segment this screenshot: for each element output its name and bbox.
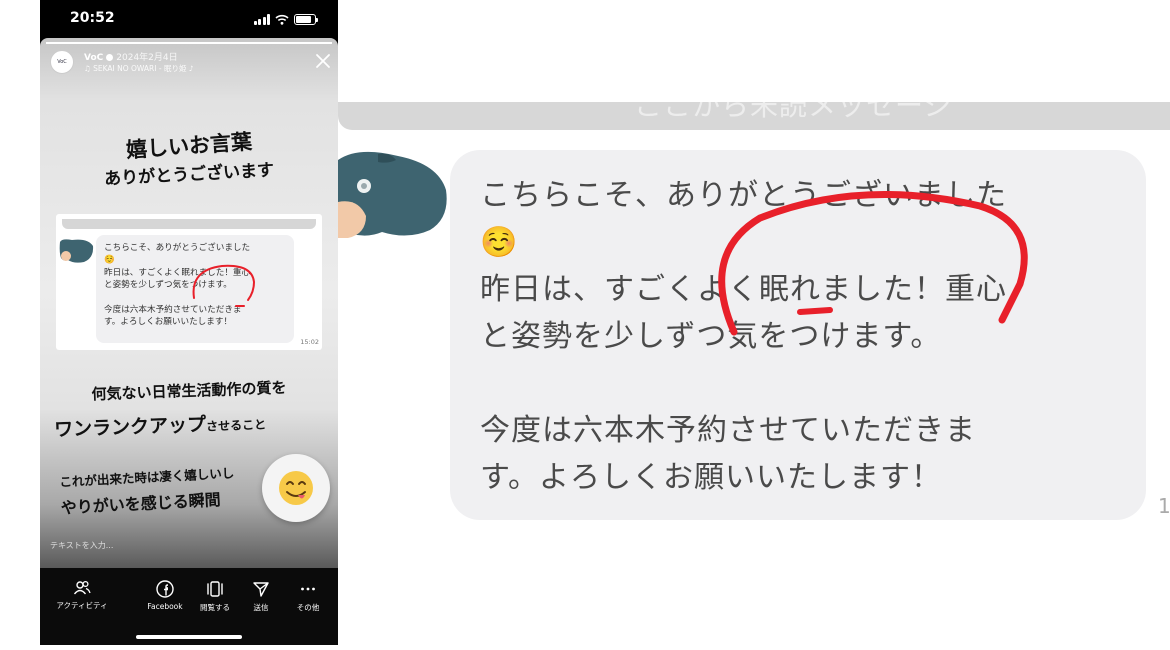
caption-emphasis: ワンランクアップ	[53, 413, 207, 441]
unread-banner-zoom: ここから未読メッセージ	[338, 102, 1170, 130]
reply-input[interactable]: テキストを入力...	[50, 540, 113, 551]
chat-line-small: 昨日は、すごくよく眠れました！重心	[104, 267, 251, 278]
avatar-text: VoC	[57, 59, 67, 65]
chat-line: 昨日は、すごくよく眠れました！重心	[480, 272, 1007, 307]
chat-line-small: と姿勢を少しずつ気をつけます。	[104, 280, 232, 291]
caption-lower: これが出来た時は凄く嬉しいし やりがいを感じる瞬間	[59, 461, 271, 519]
yum-face-icon	[279, 471, 313, 505]
account-avatar[interactable]: VoC	[50, 50, 74, 74]
browse-icon	[207, 581, 223, 597]
phone-screenshot: 20:52 VoC VoC 2024年2月4日 ♫ SEKAI NO OWARI …	[40, 0, 338, 645]
chat-line-small	[104, 292, 286, 304]
activity-button[interactable]: アクティビティ	[50, 580, 114, 611]
chat-screenshot-small: こちらこそ、ありがとうございました ☺️ 昨日は、すごくよく眠れました！重心 と…	[56, 214, 322, 350]
chat-line: 今度は六本木予約させていただきま	[480, 413, 976, 448]
chat-line-small: ☺️	[104, 255, 115, 266]
people-icon	[73, 580, 91, 595]
wifi-icon	[275, 14, 289, 25]
more-icon	[301, 587, 315, 591]
activity-label: アクティビティ	[56, 601, 108, 610]
story-action-bar: アクティビティ Facebook 閲覧する 送信 その他	[40, 568, 338, 645]
story-date: 2024年2月4日	[116, 53, 178, 63]
story-view[interactable]: VoC VoC 2024年2月4日 ♫ SEKAI NO OWARI - 眠り姫 …	[40, 38, 338, 568]
facebook-icon	[156, 580, 174, 598]
caption-line-1: 何気ない日常生活動作の質を	[91, 378, 287, 404]
story-progress-bar	[46, 42, 332, 44]
account-name[interactable]: VoC	[84, 53, 103, 63]
unread-banner-small	[62, 219, 316, 229]
chat-line-small: す。よろしくお願いいたします！	[104, 317, 233, 328]
unread-banner-text: ここから未読メッセージ	[634, 102, 953, 122]
message-time-partial: 1	[1158, 494, 1170, 518]
status-time: 20:52	[70, 10, 115, 26]
chat-line-small: 今度は六本木予約させていただきま	[104, 305, 242, 316]
verified-icon	[106, 54, 114, 61]
send-icon	[253, 582, 269, 597]
chat-line: と姿勢を少しずつ気をつけます。	[480, 319, 942, 354]
music-label[interactable]: ♫ SEKAI NO OWARI - 眠り姫 ♪	[84, 63, 194, 74]
chat-line: こちらこそ、ありがとうございました	[480, 178, 1007, 213]
chat-line: す。よろしくお願いいたします！	[480, 460, 942, 495]
emoji-sticker	[262, 454, 330, 522]
more-label: その他	[296, 603, 320, 612]
close-icon[interactable]	[314, 52, 332, 70]
signal-icon	[253, 13, 270, 25]
account-line: VoC 2024年2月4日	[84, 50, 178, 63]
more-button[interactable]: その他	[276, 580, 338, 613]
battery-icon	[294, 13, 318, 25]
home-indicator[interactable]	[136, 635, 242, 639]
chat-bubble-small: こちらこそ、ありがとうございました ☺️ 昨日は、すごくよく眠れました！重心 と…	[96, 235, 294, 343]
chat-bubble-zoom: こちらこそ、ありがとうございました ☺️ 昨日は、すごくよく眠れました！重心 と…	[450, 150, 1146, 520]
chat-line: ☺️	[480, 225, 519, 260]
chat-line-small: こちらこそ、ありがとうございました	[104, 243, 251, 253]
status-bar: 20:52	[40, 0, 338, 38]
caption-line-2: ワンランクアップさせること	[54, 405, 338, 442]
caption-suffix: させること	[205, 417, 267, 434]
chat-line	[480, 360, 1146, 407]
message-time: 15:02	[300, 338, 319, 346]
chat-avatar-small	[59, 239, 94, 263]
chat-avatar-zoom	[338, 151, 447, 238]
story-progress-fill	[46, 42, 332, 44]
status-icons	[253, 13, 318, 25]
